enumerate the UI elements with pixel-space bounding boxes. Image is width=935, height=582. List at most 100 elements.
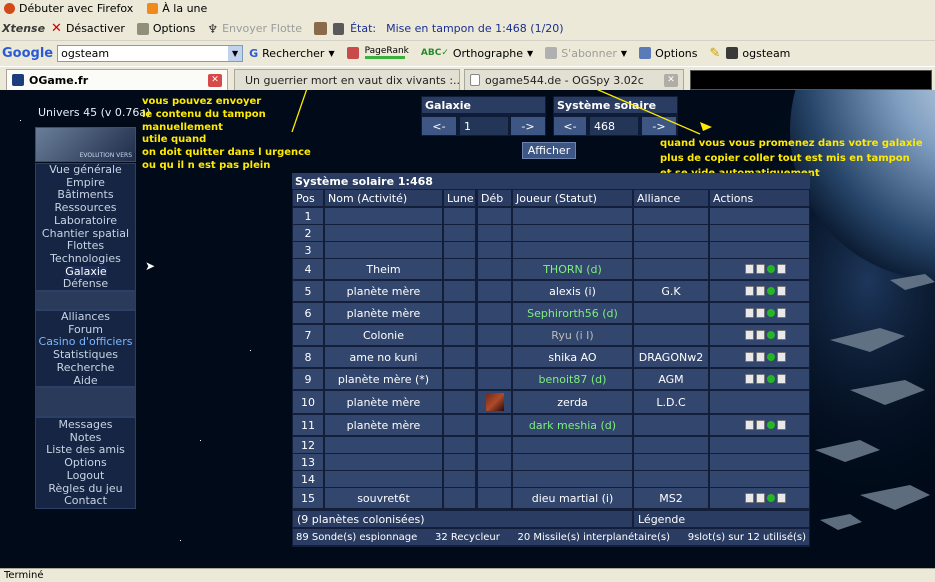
alliance-name[interactable]: AGM bbox=[634, 369, 708, 389]
player-name[interactable] bbox=[513, 225, 632, 241]
menu-item[interactable]: Contact bbox=[35, 494, 136, 508]
alliance-name[interactable] bbox=[634, 471, 708, 487]
alliance-name[interactable] bbox=[634, 225, 708, 241]
bookmark-getting-started[interactable]: Débuter avec Firefox bbox=[4, 2, 133, 15]
player-name[interactable] bbox=[513, 471, 632, 487]
menu-item[interactable]: Vue générale bbox=[35, 163, 136, 177]
missile-icon[interactable] bbox=[777, 493, 786, 503]
menu-item[interactable]: Logout bbox=[35, 469, 136, 483]
spy-icon[interactable] bbox=[745, 420, 754, 430]
planet-name[interactable]: planète mère (*) bbox=[325, 369, 442, 389]
player-name[interactable]: Ryu (i I) bbox=[513, 325, 632, 345]
close-tab-icon[interactable]: ✕ bbox=[664, 73, 678, 87]
planet-name[interactable] bbox=[325, 208, 442, 224]
alliance-name[interactable]: L.D.C bbox=[634, 391, 708, 413]
alliance-name[interactable]: DRAGONw2 bbox=[634, 347, 708, 367]
player-name[interactable] bbox=[513, 242, 632, 258]
popup-blocker-button[interactable] bbox=[346, 47, 359, 59]
missile-icon[interactable] bbox=[777, 420, 786, 430]
planet-name[interactable]: Theim bbox=[325, 259, 442, 279]
menu-item[interactable]: Flottes bbox=[35, 239, 136, 253]
player-name[interactable]: Sephirorth56 (d) bbox=[513, 303, 632, 323]
message-icon[interactable] bbox=[756, 352, 765, 362]
alliance-name[interactable] bbox=[634, 454, 708, 470]
menu-item[interactable]: Messages bbox=[35, 418, 136, 432]
buddy-icon[interactable] bbox=[767, 309, 775, 317]
menu-item[interactable]: Laboratoire bbox=[35, 214, 136, 228]
spy-icon[interactable] bbox=[745, 286, 754, 296]
tab-ogspy[interactable]: ogame544.de - OGSpy 3.02c ✕ bbox=[464, 69, 684, 90]
system-prev-button[interactable]: <- bbox=[554, 117, 586, 135]
tab-ogame[interactable]: OGame.fr ✕ bbox=[6, 69, 228, 90]
menu-item[interactable]: Statistiques bbox=[35, 348, 136, 362]
spy-icon[interactable] bbox=[745, 308, 754, 318]
player-name[interactable]: dieu martial (i) bbox=[513, 488, 632, 508]
message-icon[interactable] bbox=[756, 374, 765, 384]
system-next-button[interactable]: -> bbox=[642, 117, 676, 135]
planet-name[interactable]: planète mère bbox=[325, 391, 442, 413]
player-name[interactable]: alexis (i) bbox=[513, 281, 632, 301]
pagerank-indicator[interactable]: PageRank bbox=[364, 47, 409, 59]
planet-name[interactable]: ame no kuni bbox=[325, 347, 442, 367]
buddy-icon[interactable] bbox=[767, 494, 775, 502]
chevron-down-icon[interactable]: ▼ bbox=[228, 45, 243, 61]
player-name[interactable]: THORN (d) bbox=[513, 259, 632, 279]
menu-item[interactable]: Alliances bbox=[35, 310, 136, 324]
missile-icon[interactable] bbox=[777, 374, 786, 384]
close-tab-icon[interactable]: ✕ bbox=[208, 73, 222, 87]
google-search-input[interactable]: ogsteam bbox=[61, 47, 109, 60]
alliance-name[interactable] bbox=[634, 303, 708, 323]
missile-icon[interactable] bbox=[777, 264, 786, 274]
tab-guerrier[interactable]: Un guerrier mort en vaut dix vivants :..… bbox=[234, 69, 460, 90]
message-icon[interactable] bbox=[756, 286, 765, 296]
google-search-box[interactable]: ogsteam ▼ bbox=[57, 44, 244, 62]
alliance-name[interactable] bbox=[634, 415, 708, 435]
buddy-icon[interactable] bbox=[767, 265, 775, 273]
planet-name[interactable] bbox=[325, 454, 442, 470]
show-button[interactable]: Afficher bbox=[522, 142, 576, 159]
buffer-icon-button[interactable] bbox=[314, 22, 328, 35]
message-icon[interactable] bbox=[756, 493, 765, 503]
player-name[interactable]: shika AO bbox=[513, 347, 632, 367]
spy-icon[interactable] bbox=[745, 330, 754, 340]
player-name[interactable]: dark meshia (d) bbox=[513, 415, 632, 435]
planet-name[interactable] bbox=[325, 225, 442, 241]
alliance-name[interactable] bbox=[634, 437, 708, 453]
menu-item[interactable]: Technologies bbox=[35, 252, 136, 266]
message-icon[interactable] bbox=[756, 264, 765, 274]
planet-name[interactable]: planète mère bbox=[325, 415, 442, 435]
planet-name[interactable] bbox=[325, 242, 442, 258]
message-icon[interactable] bbox=[756, 330, 765, 340]
xtense-logo[interactable]: Xtense bbox=[2, 22, 45, 35]
google-options-button[interactable]: Options bbox=[639, 47, 698, 60]
planet-name[interactable] bbox=[325, 437, 442, 453]
missile-icon[interactable] bbox=[777, 352, 786, 362]
system-input[interactable]: 468 bbox=[590, 117, 638, 135]
menu-item[interactable]: Défense bbox=[35, 278, 136, 291]
planet-name[interactable]: souvret6t bbox=[325, 488, 442, 508]
player-name[interactable] bbox=[513, 437, 632, 453]
missile-icon[interactable] bbox=[777, 286, 786, 296]
bookmark-headlines[interactable]: À la une bbox=[147, 2, 207, 15]
menu-item[interactable]: Aide bbox=[35, 374, 136, 388]
galaxy-prev-button[interactable]: <- bbox=[422, 117, 456, 135]
log-icon-button[interactable] bbox=[333, 22, 345, 35]
buddy-icon[interactable] bbox=[767, 375, 775, 383]
subscribe-button[interactable]: S'abonner ▼ bbox=[545, 47, 627, 60]
player-name[interactable] bbox=[513, 208, 632, 224]
spy-icon[interactable] bbox=[745, 264, 754, 274]
send-fleet-button[interactable]: ♆ Envoyer Flotte bbox=[207, 22, 302, 36]
player-name[interactable]: zerda bbox=[513, 391, 632, 413]
buddy-icon[interactable] bbox=[767, 331, 775, 339]
alliance-name[interactable] bbox=[634, 242, 708, 258]
highlight-button[interactable]: ✎ bbox=[710, 46, 721, 61]
buddy-icon[interactable] bbox=[767, 421, 775, 429]
buddy-icon[interactable] bbox=[767, 353, 775, 361]
message-icon[interactable] bbox=[756, 420, 765, 430]
menu-item[interactable]: Ressources bbox=[35, 201, 136, 215]
spy-icon[interactable] bbox=[745, 374, 754, 384]
galaxy-input[interactable]: 1 bbox=[460, 117, 508, 135]
spellcheck-button[interactable]: ABC✓ Orthographe ▼ bbox=[421, 47, 533, 60]
missile-icon[interactable] bbox=[777, 330, 786, 340]
deactivate-button[interactable]: ✕ Désactiver bbox=[51, 21, 125, 36]
